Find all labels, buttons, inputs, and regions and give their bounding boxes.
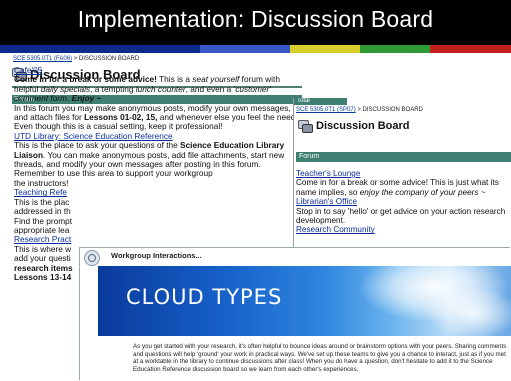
slide-title: Implementation: Discussion Board <box>77 6 434 32</box>
forum-link-teachers-lounge[interactable]: Teacher's Lounge <box>296 169 360 178</box>
color-stripe <box>430 45 511 53</box>
forum-description: Come in for a break or some advice! This… <box>296 178 499 197</box>
discussion-board-window-sp07: Total SCE 5305.0T1 (SP07) > DISCUSSION B… <box>293 98 511 264</box>
breadcrumb-separator: > <box>72 56 79 62</box>
page-title: Discussion Board <box>316 120 410 132</box>
breadcrumb: SCE 5305.0T1 (FA06) > DISCUSSION BOARD <box>0 53 511 63</box>
forum-description: Stop in to say 'hello' or get advice on … <box>296 206 506 226</box>
color-stripe <box>360 45 430 53</box>
intro-paragraph: As you get started with your research, i… <box>133 343 507 373</box>
workgroup-interactions-window: Workgroup Interactions... CLOUD TYPES As… <box>80 248 511 381</box>
target-icon <box>84 250 100 266</box>
forum-link-research-community[interactable]: Research Community <box>296 225 375 234</box>
forum-column-header: Forum <box>296 152 511 162</box>
forum-link-librarians-office[interactable]: Librarian's Office <box>296 197 357 206</box>
breadcrumb-separator: > <box>355 107 363 113</box>
color-stripe <box>0 45 200 53</box>
color-stripe <box>290 45 360 53</box>
breadcrumb: SCE 5305.0T1 (SP07) > DISCUSSION BOARD <box>296 107 423 113</box>
forum-description: This is the plac addressed in th Find the … <box>14 196 73 235</box>
page-header: Discussion Board <box>298 120 410 133</box>
discussion-bubbles-icon <box>298 120 313 133</box>
total-column-header: Total <box>294 98 347 105</box>
breadcrumb-course-link[interactable]: SCE 5305.0T1 (SP07) <box>296 107 356 113</box>
cloud-shape <box>428 288 511 338</box>
breadcrumb-current: DISCUSSION BOARD <box>362 107 423 113</box>
breadcrumb-current: DISCUSSION BOARD <box>78 56 140 62</box>
cloud-types-banner-image: CLOUD TYPES <box>98 252 511 338</box>
banner-title: CLOUD TYPES <box>126 285 283 309</box>
breadcrumb-course-link[interactable]: SCE 5305.0T1 (FA06) <box>13 56 72 62</box>
window-title: Workgroup Interactions... <box>111 251 202 260</box>
forum-list: Teacher's Lounge Come in for a break or … <box>296 169 510 235</box>
slide-banner: Implementation: Discussion Board <box>0 0 511 53</box>
color-stripe <box>200 45 290 53</box>
forum-description: Come in for a break or some advice! This… <box>14 74 298 132</box>
forum-description: This is the place to ask your questions … <box>14 140 285 188</box>
